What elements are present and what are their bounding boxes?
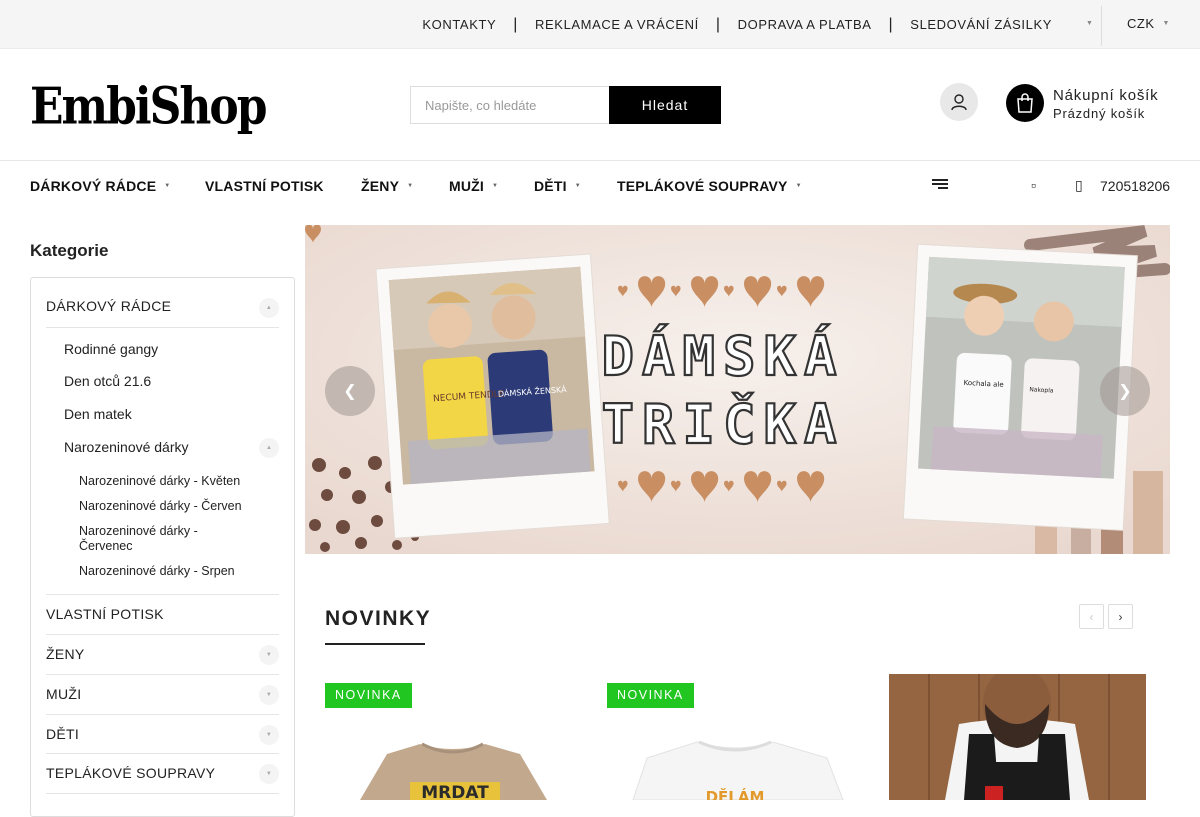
phone-number[interactable]: 720518206 (1100, 178, 1170, 194)
section-title: NOVINKY (325, 607, 432, 630)
product-card[interactable]: MRDAT NOVINKA (325, 674, 582, 800)
category-muzi[interactable]: MUŽI ▼ (46, 685, 279, 715)
nav-item-teplakove-soupravy[interactable]: TEPLÁKOVÉ SOUPRAVY ▼ (617, 178, 802, 194)
chevron-right-icon: › (1118, 609, 1123, 624)
menu-icon[interactable] (932, 179, 948, 191)
chevron-down-icon: ▼ (574, 183, 581, 189)
nav-label: TEPLÁKOVÉ SOUPRAVY (617, 178, 788, 194)
chevron-down-icon[interactable]: ▼ (259, 764, 279, 784)
chevron-down-icon: ▼ (407, 183, 414, 189)
banner-headline-1: DÁMSKÁ (601, 325, 844, 388)
phone-icon: ▯ (1075, 177, 1083, 193)
banner-illustration: NECUM TENDLE DÁMSKÁ ŽENSKÁ Kochala ale N… (305, 225, 1170, 554)
carousel-prev-button[interactable]: ‹ (1079, 604, 1104, 629)
cart-summary[interactable]: Nákupní košík Prázdný košík (1053, 87, 1158, 121)
more-chevron-icon[interactable]: ▼ (1086, 20, 1093, 27)
new-badge: NOVINKA (325, 683, 412, 708)
nav-label: VLASTNÍ POTISK (205, 178, 324, 194)
banner-next-button[interactable]: ❯ (1100, 366, 1150, 416)
category-sidebar: DÁRKOVÝ RÁDCE ▲ Rodinné gangy Den otců 2… (30, 277, 295, 817)
category-label: TEPLÁKOVÉ SOUPRAVY (46, 765, 216, 781)
category-darkovy-radce[interactable]: DÁRKOVÝ RÁDCE ▲ (46, 298, 279, 328)
nav-item-vlastni-potisk[interactable]: VLASTNÍ POTISK (205, 178, 324, 194)
subcategory-den-otcu[interactable]: Den otců 21.6 (64, 373, 151, 389)
subsubcategory-cervenec[interactable]: Narozeninové dárky - Červenec (79, 524, 229, 554)
search-button[interactable]: Hledat (609, 86, 721, 124)
nav-item-muzi[interactable]: MUŽI ▼ (449, 178, 498, 194)
top-links: KONTAKTY | REKLAMACE A VRÁCENÍ | DOPRAVA… (405, 0, 1066, 49)
chevron-down-icon[interactable]: ▼ (259, 725, 279, 745)
product-image (889, 674, 1146, 800)
categories-title: Kategorie (30, 241, 109, 260)
nav-item-deti[interactable]: DĚTI ▼ (534, 178, 581, 194)
chevron-down-icon[interactable]: ▲ (259, 438, 279, 458)
top-link-reklamace[interactable]: REKLAMACE A VRÁCENÍ (518, 17, 716, 32)
category-vlastni-potisk[interactable]: VLASTNÍ POTISK (46, 606, 279, 635)
hero-banner[interactable]: NECUM TENDLE DÁMSKÁ ŽENSKÁ Kochala ale N… (305, 225, 1170, 554)
chevron-right-icon: ❯ (1118, 383, 1132, 400)
subcategory-narozeninove-darky[interactable]: Narozeninové dárky ▲ (64, 438, 279, 458)
header: EmbiShop Hledat Nákupní košík Prázdný ko… (0, 49, 1200, 161)
banner-headline-2: TRIČKA (601, 393, 844, 456)
chevron-down-icon[interactable]: ▲ (259, 298, 279, 318)
currency-label: CZK (1127, 16, 1155, 31)
chevron-down-icon[interactable]: ▼ (259, 685, 279, 705)
chevron-left-icon: ❮ (343, 383, 357, 400)
chevron-down-icon: ▼ (1162, 20, 1170, 27)
nav-label: MUŽI (449, 178, 485, 194)
search-form: Hledat (410, 86, 721, 124)
banner-text: Nakopla (1029, 386, 1054, 394)
chevron-down-icon[interactable]: ▼ (259, 645, 279, 665)
product-card[interactable]: DĚLÁM NOVINKA (607, 674, 864, 800)
main-nav: DÁRKOVÝ RÁDCE ▼ VLASTNÍ POTISK ŽENY ▼ MUŽI… (0, 161, 1200, 209)
category-label: ŽENY (46, 646, 85, 662)
nav-item-zeny[interactable]: ŽENY ▼ (361, 178, 413, 194)
top-link-kontakty[interactable]: KONTAKTY (405, 17, 513, 32)
chevron-left-icon: ‹ (1089, 609, 1094, 624)
category-label: DĚTI (46, 726, 80, 742)
nav-label: ŽENY (361, 178, 400, 194)
category-label: DÁRKOVÝ RÁDCE (46, 298, 172, 314)
title-underline (325, 643, 425, 645)
product-print-text: MRDAT (421, 783, 489, 800)
category-label: VLASTNÍ POTISK (46, 606, 164, 622)
cart-title: Nákupní košík (1053, 87, 1159, 104)
search-input[interactable] (410, 86, 609, 124)
logo[interactable]: EmbiShop (30, 73, 267, 142)
divider (1101, 6, 1102, 46)
user-account-button[interactable] (940, 83, 978, 121)
banner-prev-button[interactable]: ❮ (325, 366, 375, 416)
category-zeny[interactable]: ŽENY ▼ (46, 645, 279, 675)
subcategory-rodinne-gangy[interactable]: Rodinné gangy (64, 341, 158, 357)
top-link-sledovani[interactable]: SLEDOVÁNÍ ZÁSILKY (893, 17, 1066, 32)
product-print-text: DĚLÁM (706, 787, 765, 800)
subsubcategory-cerven[interactable]: Narozeninové dárky - Červen (79, 499, 254, 514)
chevron-down-icon: ▼ (492, 183, 499, 189)
category-label: MUŽI (46, 686, 82, 702)
currency-selector[interactable]: CZK ▼ (1127, 16, 1170, 31)
subsubcategory-srpen[interactable]: Narozeninové dárky - Srpen (79, 564, 254, 579)
nav-label: DÁRKOVÝ RÁDCE (30, 178, 157, 194)
product-card[interactable] (889, 674, 1146, 800)
user-icon (951, 94, 967, 111)
shopping-bag-icon (1017, 93, 1033, 113)
cart-status: Prázdný košík (1053, 106, 1146, 121)
category-deti[interactable]: DĚTI ▼ (46, 725, 279, 754)
nav-label: DĚTI (534, 178, 567, 194)
subcategory-label: Narozeninové dárky (64, 439, 189, 455)
subsubcategory-kveten[interactable]: Narozeninové dárky - Květen (79, 474, 254, 489)
cart-button[interactable] (1006, 84, 1044, 122)
new-badge: NOVINKA (607, 683, 694, 708)
chevron-down-icon: ▼ (795, 183, 802, 189)
divider (46, 594, 279, 595)
top-bar: KONTAKTY | REKLAMACE A VRÁCENÍ | DOPRAVA… (0, 0, 1200, 49)
subcategory-den-matek[interactable]: Den matek (64, 406, 132, 422)
carousel-next-button[interactable]: › (1108, 604, 1133, 629)
nav-item-darkovy-radce[interactable]: DÁRKOVÝ RÁDCE ▼ (30, 178, 170, 194)
top-link-doprava[interactable]: DOPRAVA A PLATBA (721, 17, 889, 32)
category-teplakove-soupravy[interactable]: TEPLÁKOVÉ SOUPRAVY ▼ (46, 764, 279, 794)
chevron-down-icon: ▼ (164, 183, 171, 189)
email-icon[interactable]: ▫ (1031, 177, 1036, 193)
